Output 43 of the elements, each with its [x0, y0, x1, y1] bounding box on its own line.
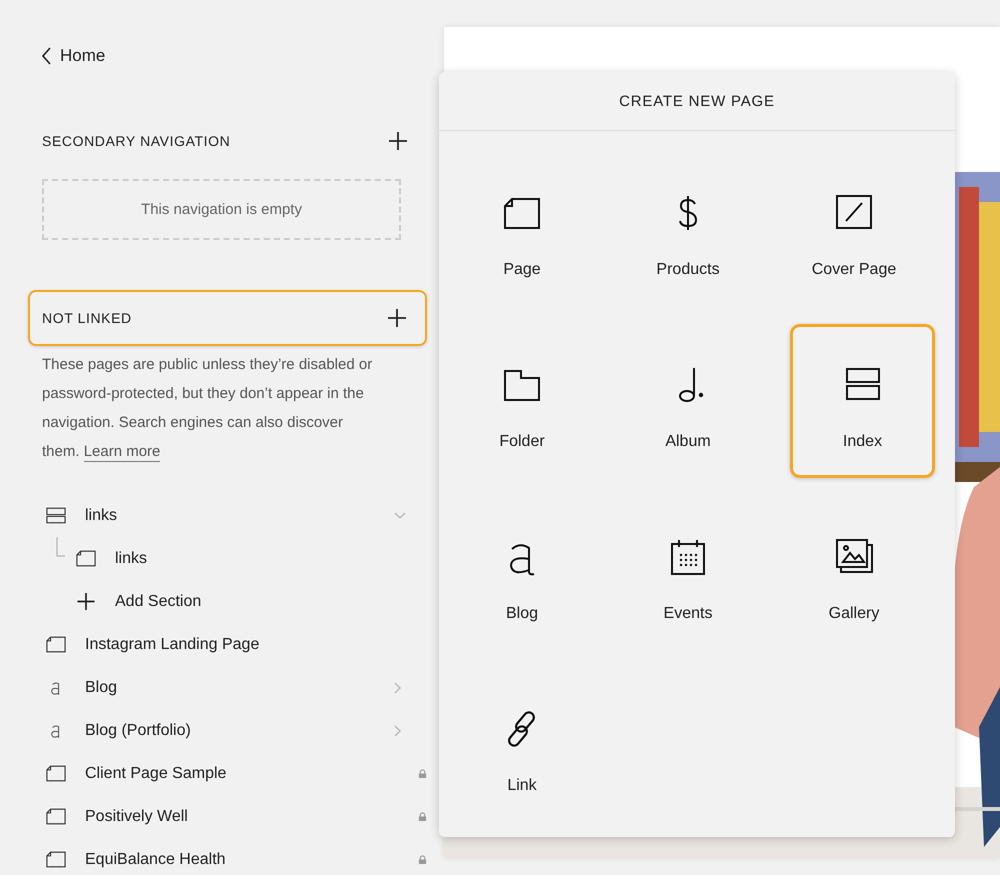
page-name[interactable]: Blog [85, 678, 118, 696]
page-name[interactable]: EquiBalance Health [85, 850, 226, 868]
chevron-right-icon[interactable] [394, 724, 402, 736]
letter-icon [50, 680, 62, 696]
tree-connector-icon [56, 537, 66, 557]
page-type-option[interactable]: Album [605, 322, 771, 482]
empty-navigation-box: This navigation is empty [42, 179, 401, 240]
description-text: These pages are public unless they’re disabled or password-protected, but they don’t appear in the navigation. Search engines can also discover them. Learn more [42, 355, 374, 464]
stacked-rectangles-icon [46, 507, 66, 524]
back-chevron-icon [42, 47, 52, 65]
plus-icon [76, 592, 96, 611]
add-icon[interactable] [387, 308, 407, 328]
add-icon[interactable] [388, 131, 408, 151]
page-name[interactable]: Instagram Landing Page [85, 636, 260, 654]
page-icon [76, 550, 96, 567]
page-name[interactable]: Client Page Sample [85, 764, 226, 782]
section-heading: SECONDARY NAVIGATION [42, 133, 230, 149]
page-icon [46, 808, 66, 825]
page-icon [46, 765, 66, 782]
page-type-option[interactable]: Blog [439, 494, 605, 654]
page-type-option[interactable]: Index [790, 324, 935, 478]
back-button[interactable]: Home [42, 44, 106, 68]
page-name[interactable]: Blog (Portfolio) [85, 722, 191, 740]
section-heading: NOT LINKED [42, 310, 132, 326]
calendar-icon [668, 537, 708, 577]
letter-icon [50, 722, 62, 738]
page-name[interactable]: Add Section [115, 592, 202, 610]
page-name[interactable]: Positively Well [85, 808, 188, 826]
page-type-option[interactable]: Link [439, 666, 605, 826]
page-type-option[interactable]: Gallery [771, 494, 937, 654]
learn-more-link[interactable]: Learn more [84, 443, 160, 462]
page-name[interactable]: links [85, 506, 118, 524]
page-type-option[interactable]: Cover Page [771, 150, 937, 310]
chevron-down-icon[interactable] [394, 512, 406, 520]
page-icon [46, 851, 66, 868]
page-type-option[interactable]: Folder [439, 322, 605, 482]
page-icon [46, 636, 66, 653]
page-type-option[interactable]: Events [605, 494, 771, 654]
chevron-right-icon[interactable] [394, 682, 402, 694]
page-type-option[interactable]: Page [439, 150, 605, 310]
dialog-title: CREATE NEW PAGE [439, 72, 955, 131]
page-type-option[interactable]: Products [605, 150, 771, 310]
page-name[interactable]: links [115, 550, 148, 568]
